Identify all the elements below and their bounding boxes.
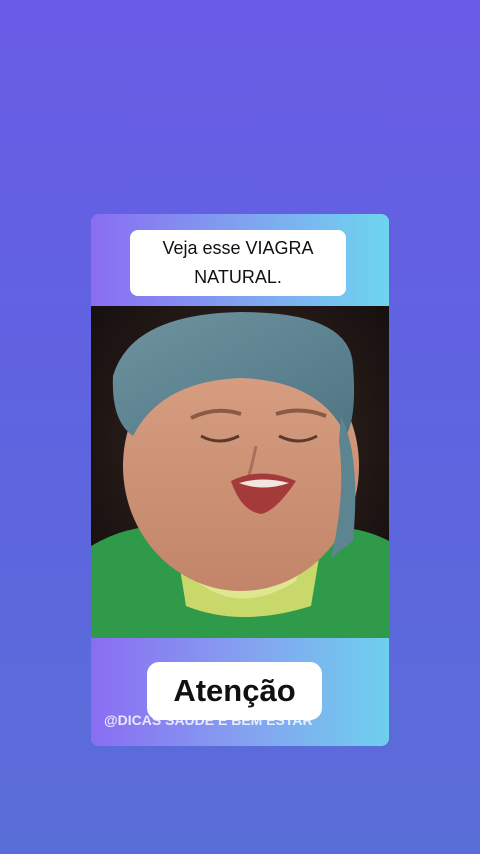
story-card: Veja esse VIAGRA NATURAL. Atenção @DICAS…	[91, 214, 389, 746]
video-frame[interactable]	[91, 306, 389, 638]
watermark-handle: @DICAS SAÚDE E BEM ESTAR	[104, 712, 313, 728]
screen: { "overlay": { "top_caption": "Veja esse…	[0, 0, 480, 854]
woman-speaking-image	[91, 306, 389, 638]
top-caption: Veja esse VIAGRA NATURAL.	[130, 230, 346, 296]
